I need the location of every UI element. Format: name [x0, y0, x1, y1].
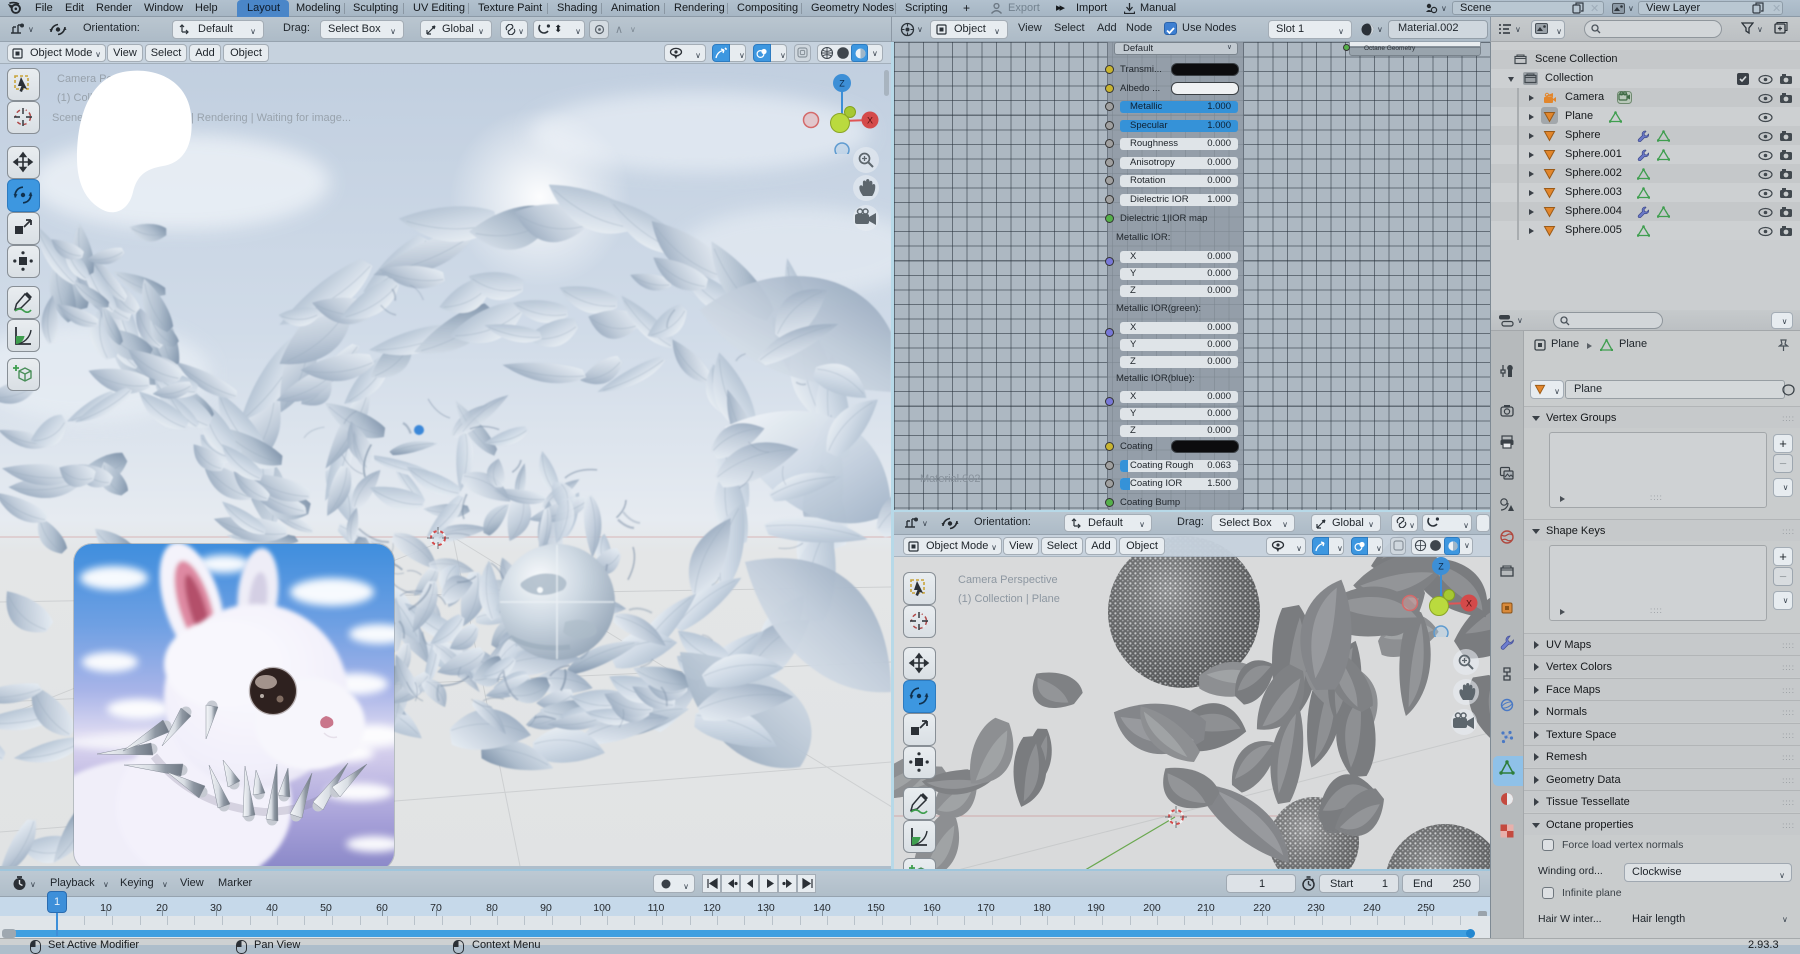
svg-text:X: X [1466, 599, 1472, 609]
svg-text:Z: Z [839, 79, 845, 89]
svg-text:Z: Z [1438, 562, 1444, 572]
svg-text:X: X [867, 116, 873, 126]
